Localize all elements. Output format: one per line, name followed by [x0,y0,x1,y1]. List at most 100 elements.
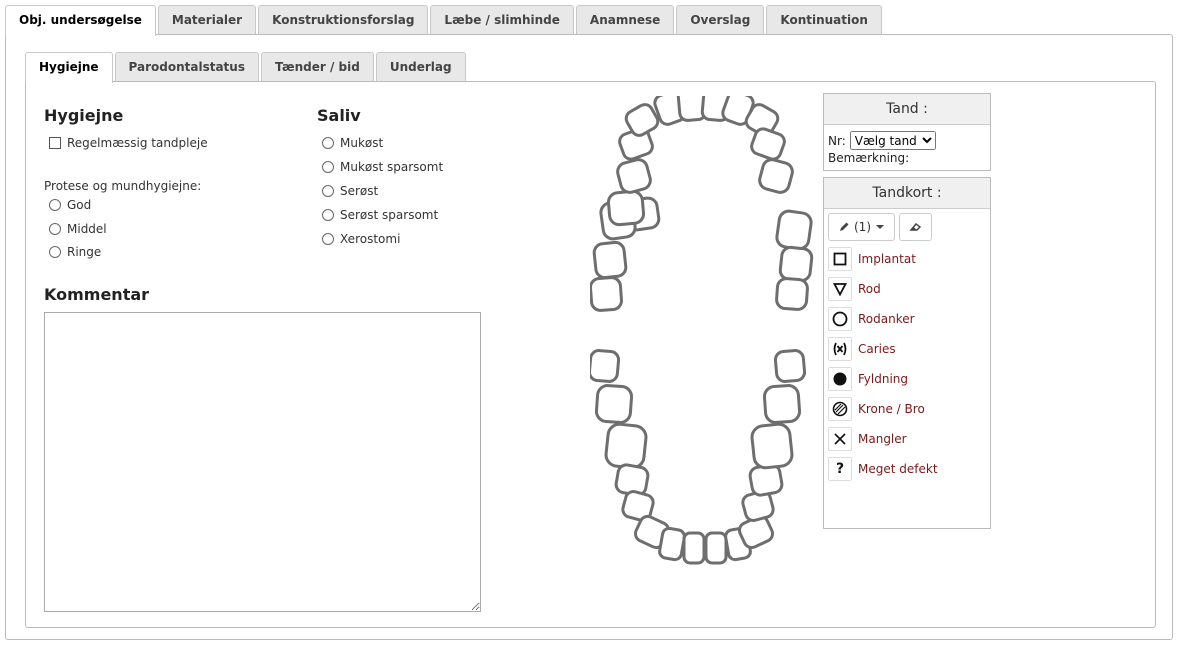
cross-icon [828,427,852,451]
radio-button[interactable] [49,199,61,211]
lower-tooth-1[interactable] [590,349,621,383]
saliv-heading: Saliv [317,106,361,125]
radio-button[interactable] [322,161,334,173]
tab-kontinuation[interactable]: Kontinuation [766,5,882,34]
filled-circle-icon [828,367,852,391]
radio-serost[interactable]: Serøst [322,184,378,198]
tab-obj-undersogelse[interactable]: Obj. undersøgelse [5,5,156,36]
radio-label: Ringe [67,245,102,259]
lower-tooth-7[interactable] [658,526,686,562]
symbol-rod[interactable]: Rod [828,277,881,301]
radio-label: Serøst [340,184,379,198]
radio-button[interactable] [322,209,334,221]
circle-outline-icon [828,307,852,331]
hygiejne-heading: Hygiejne [44,106,124,125]
pencil-icon [840,222,849,231]
tand-remark-label: Bemærkning: [828,151,910,165]
pen-dropdown-button[interactable]: (1) [828,213,895,241]
radio-ringe[interactable]: Ringe [49,245,101,259]
tand-select[interactable]: Vælg tand [849,131,936,150]
upper-tooth-16[interactable] [775,277,809,311]
tab-underlag[interactable]: Underlag [375,52,466,81]
square-icon [828,247,852,271]
question-icon: ? [828,457,852,481]
tand-nr-row: Nr: Vælg tand [828,131,936,150]
tab-parodontalstatus[interactable]: Parodontalstatus [114,52,259,81]
tab-hygiejne[interactable]: Hygiejne [25,52,113,83]
radio-label: Middel [67,222,107,236]
symbol-label: Rod [858,282,881,296]
symbol-krone-bro[interactable]: Krone / Bro [828,397,925,421]
tab-overslag[interactable]: Overslag [676,5,765,34]
radio-button[interactable] [322,137,334,149]
pen-count: (1) [854,220,871,234]
radio-button[interactable] [322,233,334,245]
tand-panel: Tand : Nr: Vælg tand Bemærkning: [823,93,991,171]
upper-tooth-15[interactable] [778,245,814,283]
symbol-rodanker[interactable]: Rodanker [828,307,915,331]
symbol-label: Rodanker [858,312,915,326]
symbol-fyldning[interactable]: Fyldning [828,367,908,391]
radio-label: Mukøst [340,136,384,150]
lower-tooth-16[interactable] [773,349,807,383]
lower-tooth-9[interactable] [704,531,728,565]
upper-tooth-14[interactable] [775,209,813,251]
tandkort-title: Tandkort : [824,178,990,209]
eraser-icon [909,223,921,231]
radio-label: Serøst sparsomt [340,208,439,222]
radio-serost-sparsomt[interactable]: Serøst sparsomt [322,208,438,222]
upper-tooth-3[interactable] [606,189,646,227]
regelmaessig-checkbox-row[interactable]: Regelmæssig tandpleje [49,136,208,150]
lower-tooth-8[interactable] [682,531,706,565]
symbol-label: Fyldning [858,372,909,386]
radio-mukost-sparsomt[interactable]: Mukøst sparsomt [322,160,443,174]
tab-taender-bid[interactable]: Tænder / bid [260,52,374,81]
radio-button[interactable] [49,246,61,258]
radio-button[interactable] [322,185,334,197]
tab-konstruktionsforslag[interactable]: Konstruktionsforslag [258,5,429,34]
radio-xerostomi[interactable]: Xerostomi [322,232,400,246]
caret-down-icon [876,225,884,229]
inner-tab-bar: Hygiejne Parodontalstatus Tænder / bid U… [25,52,466,83]
radio-middel[interactable]: Middel [49,222,107,236]
upper-tooth-17[interactable] [592,240,628,280]
tab-anamnese[interactable]: Anamnese [575,5,675,34]
regelmaessig-label: Regelmæssig tandpleje [67,136,208,150]
lower-tooth-2[interactable] [594,384,634,424]
kommentar-heading: Kommentar [44,285,150,304]
radio-label: God [67,198,92,212]
protese-label: Protese og mundhygiejne: [44,179,202,193]
lower-tooth-3[interactable] [604,422,648,470]
symbol-caries[interactable]: Caries [828,337,896,361]
symbol-mangler[interactable]: Mangler [828,427,907,451]
symbol-meget-defekt[interactable]: ? Meget defekt [828,457,938,481]
symbol-label: Caries [858,342,896,356]
symbol-label: Mangler [858,432,907,446]
regelmaessig-checkbox[interactable] [49,137,61,149]
symbol-label: Meget defekt [858,462,938,476]
symbol-implantat[interactable]: Implantat [828,247,916,271]
radio-god[interactable]: God [49,198,91,212]
kommentar-textarea[interactable] [44,312,481,612]
upper-tooth-4[interactable] [616,158,653,195]
dental-chart [590,96,814,565]
lower-tooth-15[interactable] [762,384,802,424]
tand-title: Tand : [824,94,990,125]
radio-label: Xerostomi [340,232,401,246]
hatched-circle-icon [828,397,852,421]
symbol-label: Implantat [858,252,916,266]
caries-icon [828,337,852,361]
upper-tooth-18[interactable] [590,276,623,312]
eraser-button[interactable] [899,213,932,241]
tab-materialer[interactable]: Materialer [157,5,257,34]
radio-label: Mukøst sparsomt [340,160,444,174]
outer-tab-bar: Obj. undersøgelse Materialer Konstruktio… [5,5,882,36]
tab-laebe-slimhinde[interactable]: Læbe / slimhinde [430,5,574,34]
tand-nr-label: Nr: [828,133,846,148]
triangle-down-icon [828,277,852,301]
upper-tooth-13[interactable] [758,158,795,195]
radio-mukost[interactable]: Mukøst [322,136,383,150]
symbol-label: Krone / Bro [858,402,925,416]
radio-button[interactable] [49,223,61,235]
lower-tooth-14[interactable] [750,422,794,470]
